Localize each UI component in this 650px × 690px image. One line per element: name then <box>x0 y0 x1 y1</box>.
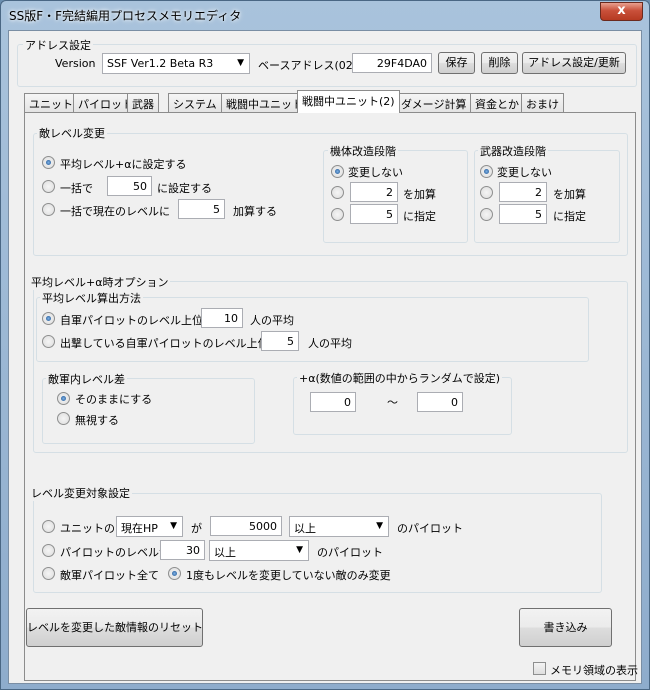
target-pilot-radio[interactable] <box>42 544 55 557</box>
weapon-upgrade-label: 武器改造段階 <box>478 143 548 159</box>
client-area: アドレス設定 Version SSF Ver1.2 Beta R3 ▼ ベースア… <box>8 30 642 684</box>
level-diff-keep-label: そのままにする <box>75 393 153 406</box>
weapon-add-input[interactable]: 2 <box>499 182 547 202</box>
avg-calc-top-input[interactable]: 10 <box>201 308 243 328</box>
enemy-level-bulk-label: 一括で <box>60 182 93 195</box>
enemy-level-add-suffix: 加算する <box>233 205 277 218</box>
enemy-level-add-input[interactable]: 5 <box>178 199 225 219</box>
level-diff-group <box>42 378 255 444</box>
avg-options-label: 平均レベル+α時オプション <box>29 274 171 290</box>
enemy-level-bulk-input[interactable]: 50 <box>107 176 152 196</box>
close-button[interactable]: x <box>600 2 643 21</box>
alpha-min-input[interactable]: 0 <box>310 392 356 412</box>
tab-funds[interactable]: 資金とか <box>470 93 524 112</box>
weapon-set-suffix: に指定 <box>553 210 586 223</box>
mech-add-input[interactable]: 2 <box>350 182 398 202</box>
base-address-label: ベースアドレス(02) <box>258 59 358 72</box>
tab-battle-unit-2[interactable]: 戦闘中ユニット(2) <box>297 90 400 113</box>
chevron-down-icon: ▼ <box>237 58 244 68</box>
weapon-set-radio[interactable] <box>480 208 493 221</box>
target-unchanged-only-radio[interactable] <box>168 567 181 580</box>
target-unchanged-only-label: 1度もレベルを変更していない敵のみ変更 <box>186 569 391 582</box>
avg-calc-top-radio[interactable] <box>42 312 55 325</box>
tab-system[interactable]: システム <box>168 93 222 112</box>
enemy-level-add-label: 一括で現在のレベルに <box>60 205 170 218</box>
tab-weapon[interactable]: 武器 <box>127 93 159 112</box>
mech-set-radio[interactable] <box>331 208 344 221</box>
enemy-level-bulk-radio[interactable] <box>42 180 55 193</box>
alpha-label: +α(数値の範囲の中からランダムで設定) <box>297 370 503 386</box>
app-window: SS版F・F完結編用プロセスメモリエディタ x アドレス設定 Version S… <box>0 0 650 690</box>
alpha-max-input[interactable]: 0 <box>417 392 463 412</box>
weapon-set-input[interactable]: 5 <box>499 204 547 224</box>
title-bar[interactable]: SS版F・F完結編用プロセスメモリエディタ x <box>1 1 649 29</box>
target-unit-radio[interactable] <box>42 520 55 533</box>
address-settings-label: アドレス設定 <box>23 37 93 53</box>
avg-calc-group <box>36 297 589 362</box>
mech-no-change-radio[interactable] <box>331 165 344 178</box>
tab-extras[interactable]: おまけ <box>521 93 564 112</box>
avg-calc-top-label: 自軍パイロットのレベル上位 <box>60 314 203 327</box>
mech-add-suffix: を加算 <box>403 188 436 201</box>
enemy-level-avg-radio[interactable] <box>42 156 55 169</box>
level-diff-keep-radio[interactable] <box>57 392 70 405</box>
chevron-down-icon: ▼ <box>296 545 303 555</box>
enemy-level-label: 敵レベル変更 <box>37 125 107 141</box>
mech-set-input[interactable]: 5 <box>350 204 398 224</box>
avg-calc-top-suffix: 人の平均 <box>250 314 294 327</box>
target-label: レベル変更対象設定 <box>29 485 132 501</box>
tab-unit[interactable]: ユニット <box>24 93 78 112</box>
address-update-button[interactable]: アドレス設定/更新 <box>522 52 626 74</box>
version-select[interactable]: SSF Ver1.2 Beta R3 ▼ <box>102 53 250 74</box>
chevron-down-icon: ▼ <box>170 521 177 531</box>
target-unit-field-select[interactable]: 現在HP ▼ <box>116 516 183 537</box>
chevron-down-icon: ▼ <box>376 521 383 531</box>
avg-calc-sortie-label: 出撃している自軍パイロットのレベル上位 <box>60 337 269 350</box>
weapon-no-change-radio[interactable] <box>480 165 493 178</box>
mech-add-radio[interactable] <box>331 186 344 199</box>
window-title: SS版F・F完結編用プロセスメモリエディタ <box>9 9 242 23</box>
avg-calc-sortie-input[interactable]: 5 <box>261 331 299 351</box>
enemy-level-avg-label: 平均レベル+αに設定する <box>60 158 187 171</box>
enemy-level-bulk-suffix: に設定する <box>157 182 212 195</box>
target-unit-prefix: ユニットの <box>60 522 115 535</box>
delete-button[interactable]: 削除 <box>481 52 518 74</box>
tab-battle-unit[interactable]: 戦闘中ユニット <box>221 93 308 112</box>
mech-set-suffix: に指定 <box>403 210 436 223</box>
mech-no-change-label: 変更しない <box>348 166 403 179</box>
memory-region-checkbox[interactable] <box>533 662 546 675</box>
target-unit-compare-select[interactable]: 以上 ▼ <box>289 516 389 537</box>
alpha-tilde: 〜 <box>387 396 398 409</box>
level-diff-ignore-label: 無視する <box>75 414 119 427</box>
target-pilot-suffix: のパイロット <box>317 546 383 559</box>
enemy-level-add-radio[interactable] <box>42 203 55 216</box>
avg-calc-sortie-suffix: 人の平均 <box>308 337 352 350</box>
target-unit-suffix: のパイロット <box>397 522 463 535</box>
weapon-add-radio[interactable] <box>480 186 493 199</box>
target-unit-ga: が <box>191 522 202 535</box>
weapon-add-suffix: を加算 <box>553 188 586 201</box>
write-button[interactable]: 書き込み <box>519 608 612 647</box>
base-address-input[interactable]: 29F4DA0 <box>352 53 432 73</box>
avg-calc-sortie-radio[interactable] <box>42 335 55 348</box>
version-label: Version <box>55 57 96 70</box>
tab-panel: 敵レベル変更 平均レベル+αに設定する 一括で 50 に設定する 一括で現在のレ… <box>24 112 636 681</box>
memory-region-label: メモリ領域の表示 <box>550 664 638 677</box>
target-all-enemy-radio[interactable] <box>42 567 55 580</box>
mech-upgrade-label: 機体改造段階 <box>328 143 398 159</box>
target-all-enemy-label: 敵軍パイロット全て <box>60 569 159 582</box>
target-pilot-value-input[interactable]: 30 <box>160 540 205 560</box>
weapon-no-change-label: 変更しない <box>497 166 552 179</box>
save-button[interactable]: 保存 <box>438 52 475 74</box>
avg-calc-label: 平均レベル算出方法 <box>40 290 143 306</box>
level-diff-label: 敵軍内レベル差 <box>46 371 127 387</box>
target-pilot-prefix: パイロットのレベルが <box>60 546 170 559</box>
target-unit-value-input[interactable]: 5000 <box>210 516 282 536</box>
reset-enemy-info-button[interactable]: レベルを変更した敵情報のリセット <box>26 608 203 647</box>
tab-damage-calc[interactable]: ダメージ計算 <box>396 93 472 112</box>
target-pilot-compare-select[interactable]: 以上 ▼ <box>209 540 309 561</box>
level-diff-ignore-radio[interactable] <box>57 412 70 425</box>
